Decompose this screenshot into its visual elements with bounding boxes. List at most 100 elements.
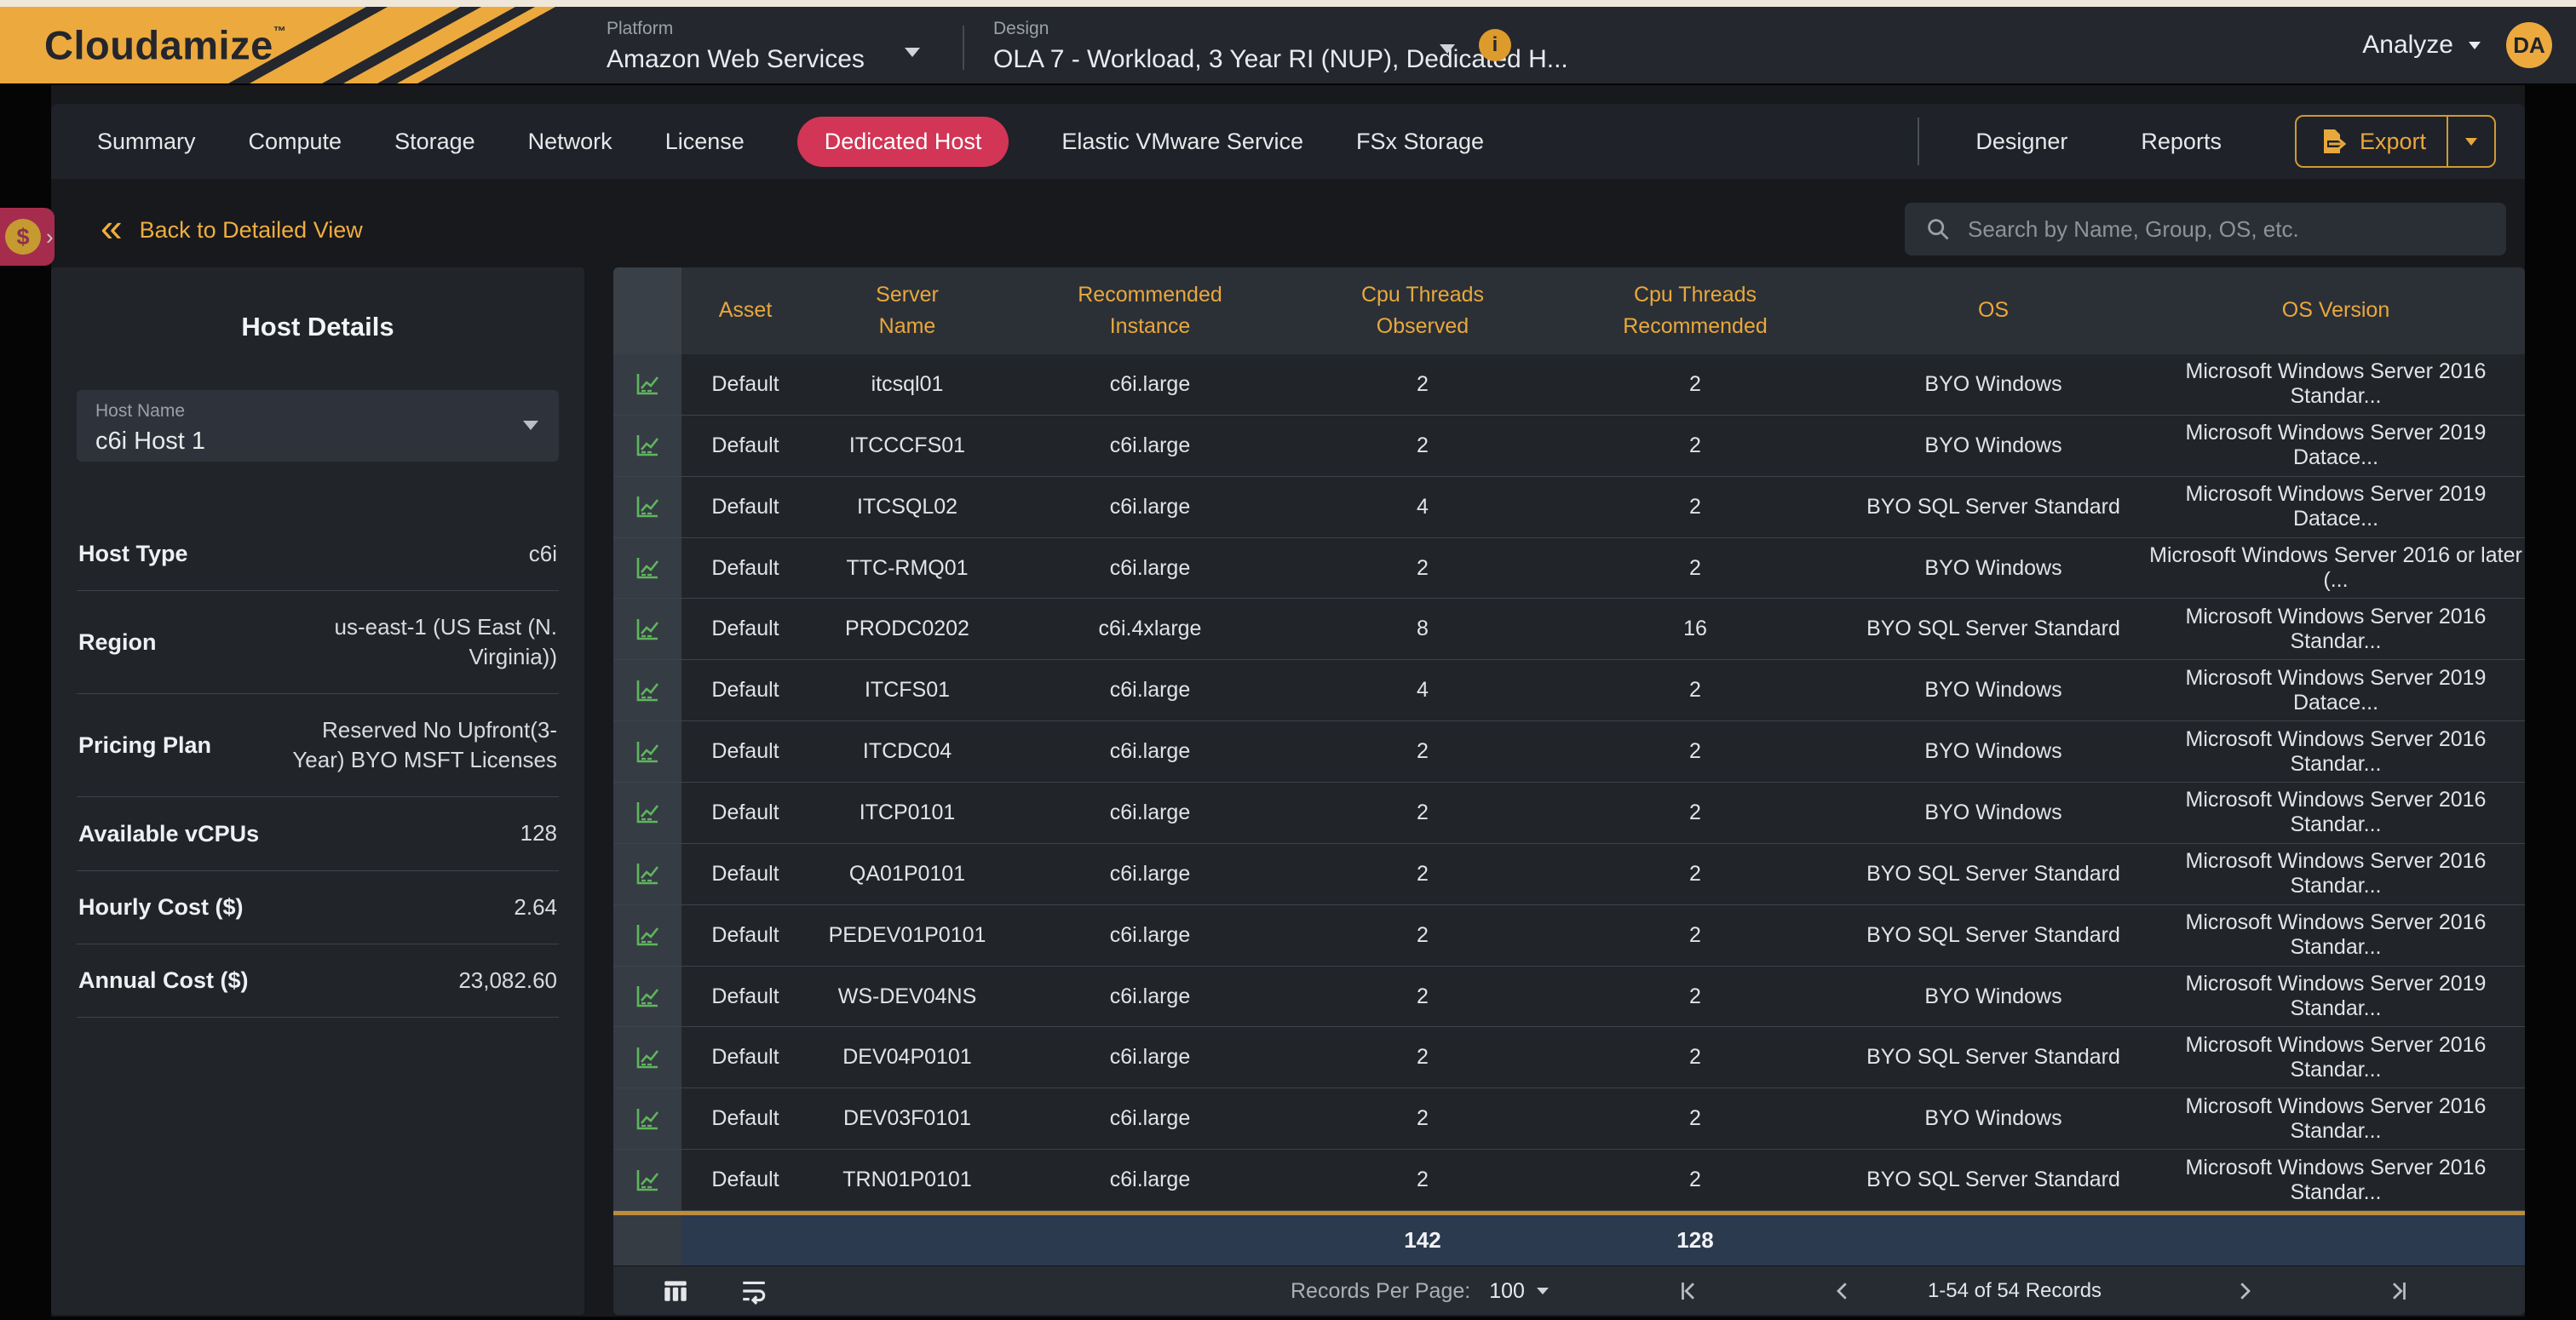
- line-chart-icon[interactable]: [613, 1088, 681, 1149]
- tab-storage[interactable]: Storage: [394, 129, 475, 155]
- dedicated-host-table: AssetServer NameRecommended InstanceCpu …: [613, 267, 2525, 1315]
- cloudamize-logo: Cloudamize™: [0, 7, 596, 83]
- line-chart-icon[interactable]: [613, 721, 681, 782]
- designer-link[interactable]: Designer: [1975, 129, 2067, 155]
- server-row[interactable]: DefaultWS-DEV04NSc6i.large22BYO WindowsM…: [613, 967, 2525, 1028]
- detail-label: Pricing Plan: [78, 732, 211, 759]
- double-chevron-left-icon: «: [101, 208, 123, 247]
- tab-license[interactable]: License: [665, 129, 745, 155]
- host-name-select[interactable]: Host Name c6i Host 1: [77, 390, 559, 462]
- line-chart-icon[interactable]: [613, 599, 681, 659]
- server-row[interactable]: DefaultPRODC0202c6i.4xlarge816BYO SQL Se…: [613, 599, 2525, 660]
- line-chart-icon[interactable]: [613, 783, 681, 843]
- design-value: OLA 7 - Workload, 3 Year RI (NUP), Dedic…: [993, 45, 1428, 74]
- detail-value: us-east-1 (US East (N. Virginia)): [279, 612, 557, 672]
- line-chart-icon[interactable]: [613, 1150, 681, 1210]
- table-cell: Microsoft Windows Server 2019 Datace...: [2147, 477, 2525, 537]
- tab-compute[interactable]: Compute: [249, 129, 342, 155]
- design-select[interactable]: Design OLA 7 - Workload, 3 Year RI (NUP)…: [993, 19, 1428, 74]
- export-button[interactable]: Export: [2295, 115, 2496, 168]
- total-cell: [1005, 1215, 1295, 1265]
- table-cell: 2: [1295, 905, 1550, 966]
- export-label: Export: [2360, 129, 2426, 155]
- line-chart-icon[interactable]: [613, 967, 681, 1027]
- cost-drawer-tab[interactable]: $ ›: [0, 208, 55, 266]
- server-row[interactable]: DefaultDEV04P0101c6i.large22BYO SQL Serv…: [613, 1027, 2525, 1088]
- header-server-name[interactable]: Server Name: [809, 267, 1005, 354]
- table-cell: itcsql01: [809, 354, 1005, 415]
- next-page-button[interactable]: [2232, 1266, 2257, 1315]
- records-per-page-select[interactable]: 100: [1489, 1279, 1549, 1304]
- wrap-text-icon[interactable]: [739, 1277, 768, 1306]
- header-asset[interactable]: Asset: [681, 267, 809, 354]
- host-name-value: c6i Host 1: [95, 428, 540, 456]
- server-row[interactable]: DefaultITCFS01c6i.large42BYO WindowsMicr…: [613, 660, 2525, 721]
- detail-label: Available vCPUs: [78, 821, 259, 847]
- header-cpu-threads-recommended[interactable]: Cpu Threads Recommended: [1550, 267, 1840, 354]
- analyze-menu[interactable]: Analyze: [2362, 31, 2481, 60]
- back-to-detailed-view-link[interactable]: « Back to Detailed View: [101, 213, 363, 247]
- header-recommended-instance[interactable]: Recommended Instance: [1005, 267, 1295, 354]
- table-cell: Microsoft Windows Server 2016 Standar...: [2147, 905, 2525, 966]
- line-chart-icon[interactable]: [613, 844, 681, 904]
- header-os-version[interactable]: OS Version: [2147, 267, 2525, 354]
- tab-fsx-storage[interactable]: FSx Storage: [1356, 129, 1484, 155]
- last-page-button[interactable]: [2385, 1266, 2411, 1315]
- header-cpu-threads-observed[interactable]: Cpu Threads Observed: [1295, 267, 1550, 354]
- tab-network[interactable]: Network: [528, 129, 612, 155]
- app-window: Cloudamize™ Platform Amazon Web Services…: [0, 0, 2576, 1320]
- host-details-panel: Host Details Host Name c6i Host 1 Host T…: [51, 267, 584, 1315]
- detail-label: Annual Cost ($): [78, 967, 249, 994]
- columns-icon[interactable]: [661, 1277, 690, 1306]
- server-row[interactable]: DefaultITCDC04c6i.large22BYO WindowsMicr…: [613, 721, 2525, 783]
- info-icon[interactable]: i: [1479, 29, 1511, 61]
- server-row[interactable]: DefaultDEV03F0101c6i.large22BYO WindowsM…: [613, 1088, 2525, 1150]
- tab-elastic-vmware-service[interactable]: Elastic VMware Service: [1061, 129, 1303, 155]
- table-cell: Microsoft Windows Server 2016 or later (…: [2147, 538, 2525, 599]
- line-chart-icon[interactable]: [613, 354, 681, 415]
- table-cell: 2: [1295, 1088, 1550, 1149]
- line-chart-icon[interactable]: [613, 477, 681, 537]
- table-cell: 2: [1550, 538, 1840, 599]
- chevron-down-icon[interactable]: [905, 48, 920, 57]
- brand-wordmark: Cloudamize™: [44, 22, 286, 69]
- server-row[interactable]: DefaultQA01P0101c6i.large22BYO SQL Serve…: [613, 844, 2525, 905]
- export-dropdown-caret[interactable]: [2448, 138, 2494, 146]
- server-row[interactable]: DefaultITCP0101c6i.large22BYO WindowsMic…: [613, 783, 2525, 844]
- line-chart-icon[interactable]: [613, 660, 681, 720]
- server-row[interactable]: DefaultITCCCFS01c6i.large22BYO WindowsMi…: [613, 416, 2525, 477]
- server-row[interactable]: Defaultitcsql01c6i.large22BYO WindowsMic…: [613, 354, 2525, 416]
- table-cell: c6i.large: [1005, 1088, 1295, 1149]
- line-chart-icon[interactable]: [613, 905, 681, 966]
- line-chart-icon[interactable]: [613, 1027, 681, 1088]
- tab-dedicated-host[interactable]: Dedicated Host: [797, 117, 1009, 167]
- line-chart-icon[interactable]: [613, 538, 681, 599]
- table-cell: PRODC0202: [809, 599, 1005, 659]
- server-row[interactable]: DefaultPEDEV01P0101c6i.large22BYO SQL Se…: [613, 905, 2525, 967]
- table-cell: c6i.large: [1005, 905, 1295, 966]
- export-file-icon: [2317, 127, 2346, 156]
- chevron-down-icon[interactable]: [1440, 44, 1455, 54]
- line-chart-icon[interactable]: [613, 416, 681, 476]
- reports-link[interactable]: Reports: [2141, 129, 2222, 155]
- tab-summary[interactable]: Summary: [97, 129, 196, 155]
- server-row[interactable]: DefaultTRN01P0101c6i.large22BYO SQL Serv…: [613, 1150, 2525, 1211]
- user-avatar[interactable]: DA: [2506, 22, 2552, 68]
- server-row[interactable]: DefaultTTC-RMQ01c6i.large22BYO WindowsMi…: [613, 538, 2525, 600]
- search-input[interactable]: [1966, 215, 2486, 244]
- previous-page-button[interactable]: [1830, 1266, 1855, 1315]
- header-os[interactable]: OS: [1840, 267, 2147, 354]
- search-box[interactable]: [1905, 203, 2506, 255]
- table-cell: 2: [1550, 844, 1840, 904]
- table-cell: Default: [681, 721, 809, 782]
- back-link-label: Back to Detailed View: [140, 217, 363, 244]
- first-page-button[interactable]: [1676, 1266, 1702, 1315]
- server-row[interactable]: DefaultITCSQL02c6i.large42BYO SQL Server…: [613, 477, 2525, 538]
- table-cell: Default: [681, 1150, 809, 1210]
- total-cell: 142: [1295, 1215, 1550, 1265]
- table-cell: c6i.large: [1005, 660, 1295, 720]
- design-label: Design: [993, 19, 1428, 39]
- total-cell: [1840, 1215, 2147, 1265]
- table-cell: Microsoft Windows Server 2016 Standar...: [2147, 721, 2525, 782]
- platform-select[interactable]: Platform Amazon Web Services: [607, 19, 947, 74]
